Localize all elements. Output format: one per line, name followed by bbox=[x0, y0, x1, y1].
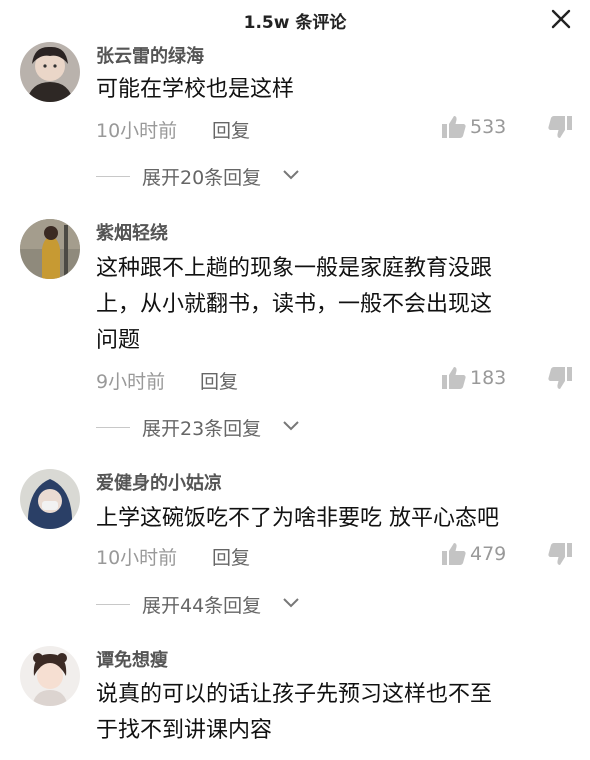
divider-line bbox=[96, 604, 130, 605]
dislike-button[interactable] bbox=[548, 116, 572, 142]
expand-replies-label: 展开44条回复 bbox=[142, 595, 262, 617]
comment-username[interactable]: 谭免想瘦 bbox=[96, 646, 168, 672]
like-count: 183 bbox=[470, 367, 507, 389]
comment-time: 10小时前 bbox=[96, 547, 178, 569]
comment-item: 谭免想瘦 说真的可以的话让孩子先预习这样也不至 于找不到讲课内容 bbox=[0, 644, 590, 760]
chevron-down-icon bbox=[283, 421, 299, 431]
comment-time: 10小时前 bbox=[96, 120, 178, 142]
comment-text-line: 于找不到讲课内容 bbox=[96, 718, 273, 743]
like-count: 479 bbox=[470, 543, 507, 565]
comment-text-line: 上学这碗饭吃不了为啥非要吃 放平心态吧 bbox=[96, 506, 499, 531]
expand-replies-button[interactable]: 展开20条回复 bbox=[96, 162, 316, 190]
comment-username[interactable]: 紫烟轻绕 bbox=[96, 219, 168, 245]
reply-button[interactable]: 回复 bbox=[212, 543, 250, 570]
comment-item: 紫烟轻绕 这种跟不上趟的现象一般是家庭教育没跟 上，从小就翻书，读书，一般不会出… bbox=[0, 215, 590, 445]
comment-time: 9小时前 bbox=[96, 371, 166, 393]
comment-text: 上学这碗饭吃不了为啥非要吃 放平心态吧 bbox=[96, 501, 566, 537]
thumbs-down-icon bbox=[548, 116, 572, 138]
avatar[interactable] bbox=[20, 646, 80, 706]
close-button[interactable] bbox=[548, 6, 574, 32]
reply-button[interactable]: 回复 bbox=[212, 116, 250, 143]
comments-header: 1.5w 条评论 bbox=[0, 0, 590, 38]
comment-item: 爱健身的小姑凉 上学这碗饭吃不了为啥非要吃 放平心态吧 10小时前 回复 479… bbox=[0, 467, 590, 627]
like-count: 533 bbox=[470, 116, 507, 138]
comment-meta: 10小时前 回复 533 bbox=[96, 114, 572, 142]
dislike-button[interactable] bbox=[548, 543, 572, 569]
expand-replies-label: 展开23条回复 bbox=[142, 418, 262, 440]
thumbs-up-icon bbox=[442, 367, 466, 389]
chevron-down-icon bbox=[283, 598, 299, 608]
comments-count-title: 1.5w 条评论 bbox=[243, 13, 347, 33]
comment-text-line: 可能在学校也是这样 bbox=[96, 77, 295, 102]
avatar[interactable] bbox=[20, 42, 80, 102]
comment-text-line: 上，从小就翻书，读书，一般不会出现这 bbox=[96, 292, 493, 317]
divider-line bbox=[96, 427, 130, 428]
comment-text: 说真的可以的话让孩子先预习这样也不至 于找不到讲课内容 bbox=[96, 677, 566, 749]
comment-item: 张云雷的绿海 可能在学校也是这样 10小时前 回复 533 展开20条回复 bbox=[0, 40, 590, 200]
comment-text: 可能在学校也是这样 bbox=[96, 72, 566, 108]
comment-username[interactable]: 张云雷的绿海 bbox=[96, 42, 204, 68]
reply-button[interactable]: 回复 bbox=[200, 367, 238, 394]
dislike-button[interactable] bbox=[548, 367, 572, 393]
expand-replies-button[interactable]: 展开44条回复 bbox=[96, 590, 316, 618]
avatar[interactable] bbox=[20, 219, 80, 279]
comment-text-line: 问题 bbox=[96, 328, 141, 353]
thumbs-up-icon bbox=[442, 543, 466, 565]
avatar[interactable] bbox=[20, 469, 80, 529]
thumbs-down-icon bbox=[548, 543, 572, 565]
comment-username[interactable]: 爱健身的小姑凉 bbox=[96, 469, 222, 495]
comment-text-line: 说真的可以的话让孩子先预习这样也不至 bbox=[96, 682, 493, 707]
expand-replies-label: 展开20条回复 bbox=[142, 167, 262, 189]
thumbs-down-icon bbox=[548, 367, 572, 389]
thumbs-up-icon bbox=[442, 116, 466, 138]
comment-text: 这种跟不上趟的现象一般是家庭教育没跟 上，从小就翻书，读书，一般不会出现这 问题 bbox=[96, 251, 566, 359]
close-icon bbox=[551, 9, 571, 29]
comment-meta: 10小时前 回复 479 bbox=[96, 541, 572, 569]
divider-line bbox=[96, 176, 130, 177]
expand-replies-button[interactable]: 展开23条回复 bbox=[96, 413, 316, 441]
comment-meta: 9小时前 回复 183 bbox=[96, 365, 572, 393]
comment-text-line: 这种跟不上趟的现象一般是家庭教育没跟 bbox=[96, 256, 493, 281]
chevron-down-icon bbox=[283, 170, 299, 180]
